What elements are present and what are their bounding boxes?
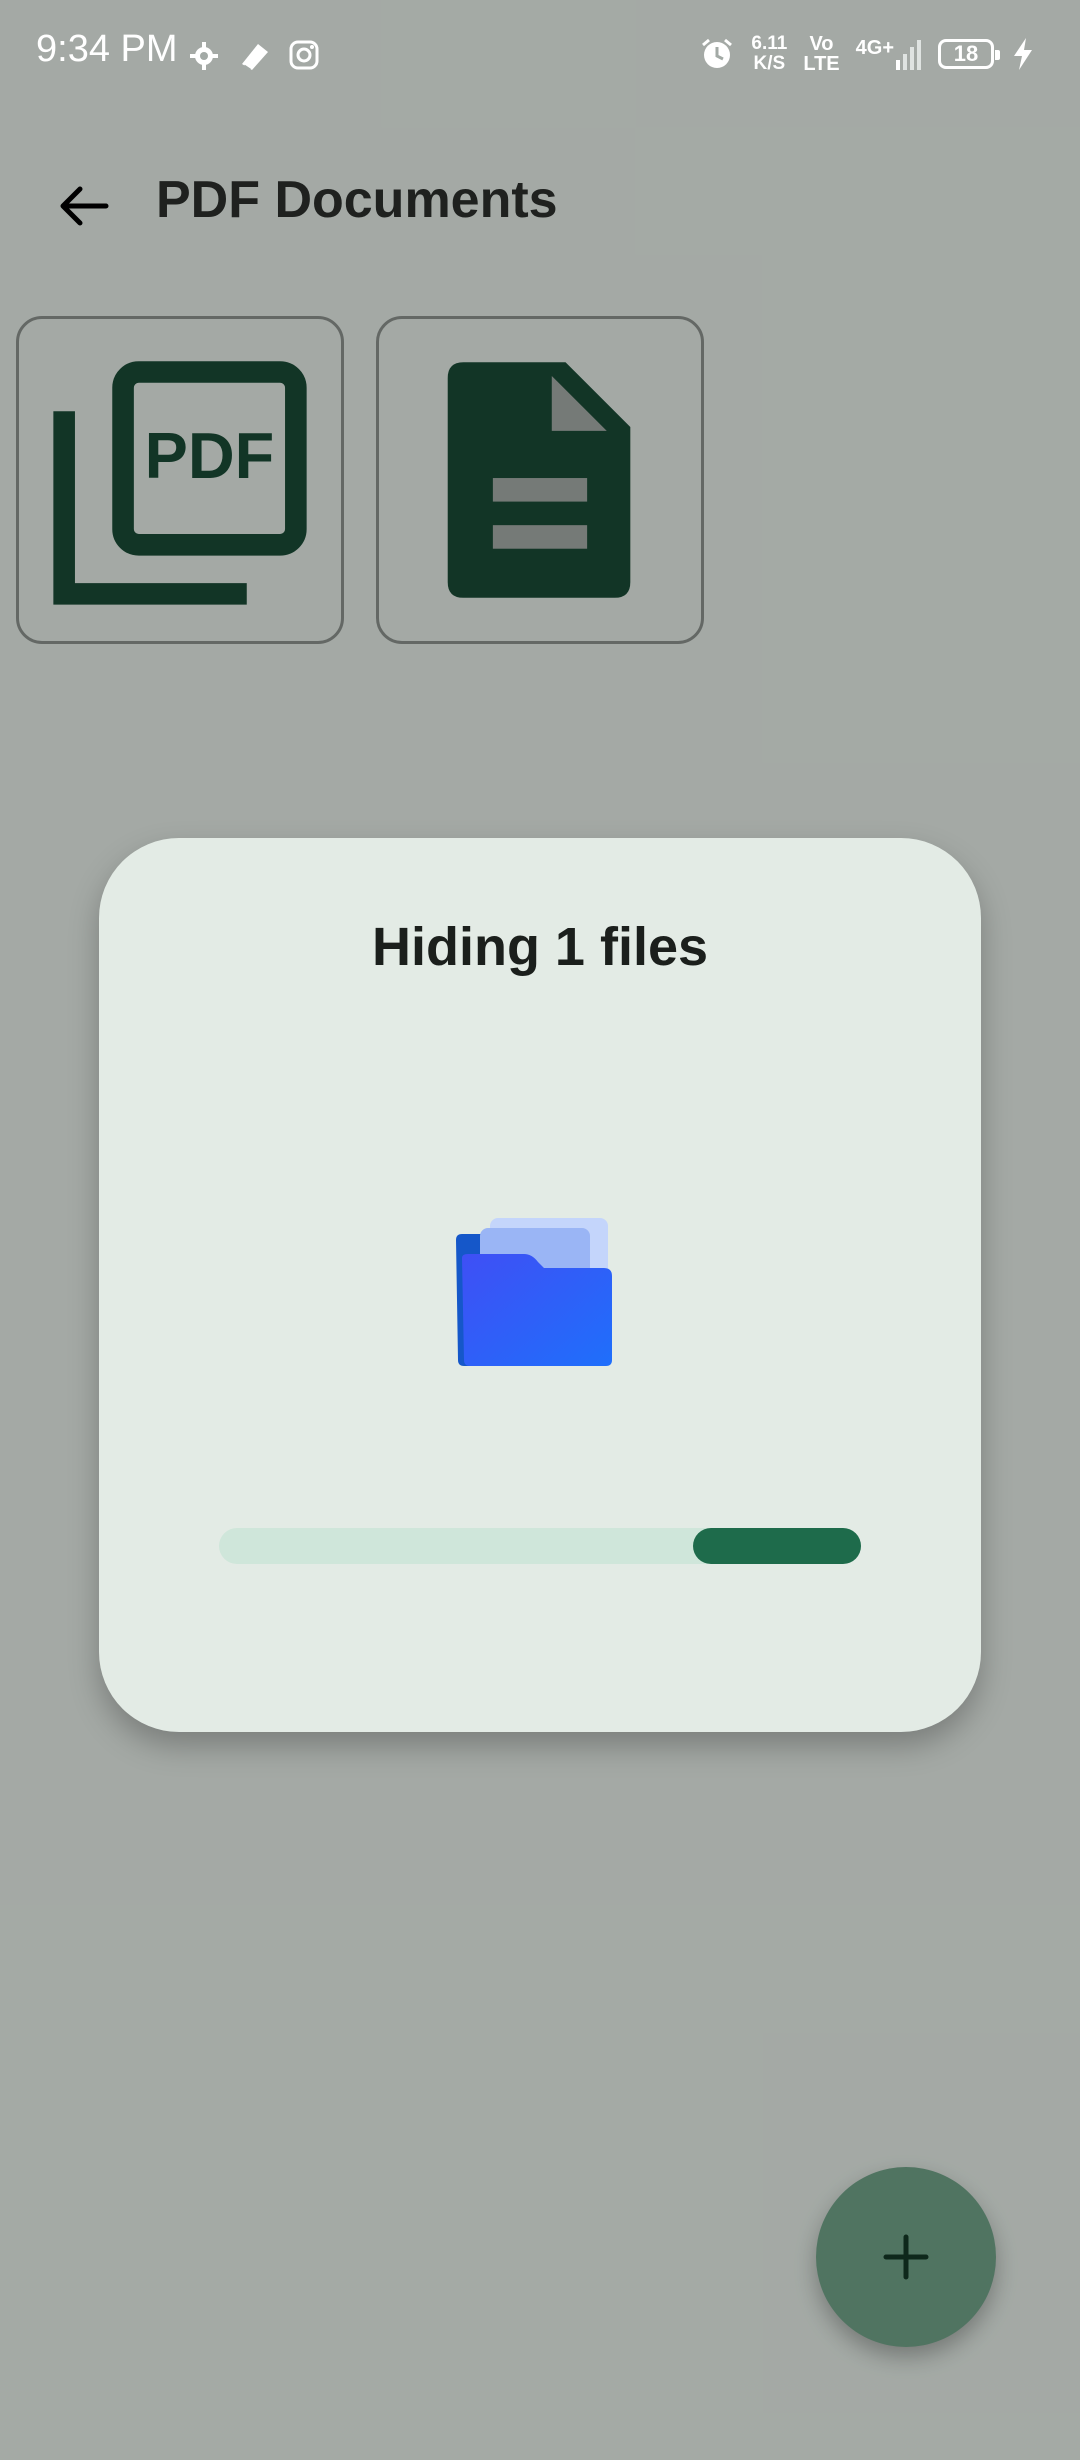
battery-icon: 18 bbox=[938, 39, 1000, 69]
network-speed: 6.11 K/S bbox=[751, 34, 787, 74]
volte-bottom: LTE bbox=[803, 53, 840, 75]
network-speed-unit: K/S bbox=[753, 53, 786, 74]
status-bar: 9:34 PM 6.11 K/S Vo LTE 4G+ 18 bbox=[0, 0, 1080, 110]
status-time: 9:34 PM bbox=[36, 28, 178, 70]
dialog-title: Hiding 1 files bbox=[371, 917, 709, 977]
charging-icon bbox=[1014, 38, 1032, 70]
signal-indicator: 4G+ bbox=[856, 38, 922, 70]
network-speed-value: 6.11 bbox=[751, 33, 788, 54]
hiding-progress-dialog: Hiding 1 files bbox=[99, 838, 981, 1732]
settings-gear-icon bbox=[190, 42, 218, 70]
instagram-icon bbox=[289, 40, 319, 70]
signal-icon bbox=[896, 40, 921, 70]
progress-bar bbox=[219, 1528, 861, 1564]
alarm-icon bbox=[702, 38, 733, 68]
volte-top: Vo bbox=[809, 33, 834, 55]
battery-level: 18 bbox=[953, 41, 979, 66]
network-type: 4G+ bbox=[855, 37, 894, 59]
volte-indicator: Vo LTE bbox=[803, 34, 839, 74]
folder-icon bbox=[456, 1218, 612, 1366]
progress-indicator bbox=[693, 1528, 861, 1564]
cleaner-icon bbox=[242, 44, 268, 72]
